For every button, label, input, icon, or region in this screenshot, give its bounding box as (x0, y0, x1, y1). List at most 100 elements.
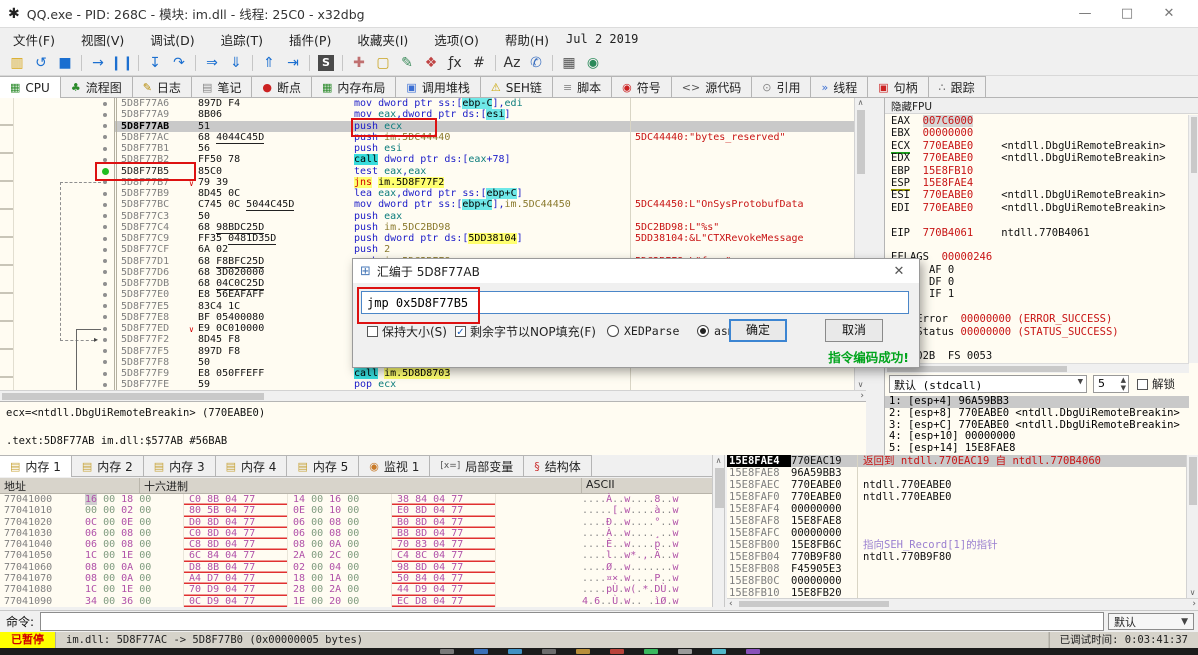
menu-item[interactable]: 视图(V) (68, 30, 137, 49)
taskbar-icon[interactable] (474, 649, 488, 654)
run-to-cursor-icon[interactable]: ⇒ (200, 53, 224, 73)
register-line[interactable]: CF 0 IF 1 (885, 288, 1185, 300)
taskbar-icon[interactable] (440, 649, 454, 654)
comment-icon[interactable]: ▢ (371, 53, 395, 73)
run-to-user-code-icon[interactable]: ⇥ (281, 53, 305, 73)
register-value[interactable]: 770EABE0 (923, 140, 974, 152)
minimize-button[interactable]: — (1064, 6, 1106, 21)
globe-icon[interactable]: ◉ (581, 53, 605, 73)
stack-row[interactable]: 15E8FAF4 00000000 (727, 503, 1186, 515)
run-icon[interactable]: → (86, 53, 110, 73)
tab-watch-1[interactable]: ◉ 监视 1 (358, 455, 431, 476)
disasm-row[interactable]: 5D8F77B9 8D45 0C lea eax,dword ptr ss:[ebp… (0, 188, 854, 200)
taskbar-icon[interactable] (644, 649, 658, 654)
menu-item[interactable]: 选项(O) (421, 30, 492, 49)
disasm-row[interactable]: 5D8F77B2 FF50 78 call dword ptr ds:[eax+78… (0, 154, 854, 166)
tab-log[interactable]: ✎ 日志 (131, 76, 192, 97)
stack-row[interactable]: 15E8FAF0 770EABE0 ntdll.770EABE0 (727, 491, 1186, 503)
disasm-hscrollbar[interactable]: › (0, 390, 866, 401)
register-value[interactable]: 770B4061 (923, 227, 974, 239)
register-line[interactable]: EBP 15E8FB10 (885, 165, 1185, 177)
dialog-title-bar[interactable]: ⊞ 汇编于 5D8F77AB ✕ (353, 259, 919, 283)
disasm-row[interactable]: 5D8F77C9 FF35 0481D35D push dword ptr ds:[… (0, 233, 854, 245)
dump-row[interactable]: 77041060 08 00 0A 00 D8 8B 04 77 02 00 04 0… (0, 561, 712, 574)
az-icon[interactable]: Az (500, 53, 524, 73)
stack-panel[interactable]: 15E8FAE4 770EAC19 返回到 ntdll.770EAC19 自 ntd… (727, 455, 1186, 598)
register-line[interactable]: EDX 770EABE0 <ntdll.DbgUiRemoteBreakin> (885, 152, 1185, 164)
dump-row[interactable]: 77041090 34 00 36 00 0C D9 04 77 1E 00 20 0… (0, 595, 712, 607)
dump-header-ascii[interactable]: ASCII (582, 478, 712, 493)
calculator-icon[interactable]: ▦ (557, 53, 581, 73)
disasm-row[interactable]: 5D8F77A6 897D F4 mov dword ptr ss:[ebp-C],… (0, 98, 854, 110)
register-line[interactable]: ESI 770EABE0 <ntdll.DbgUiRemoteBreakin> (885, 189, 1185, 201)
bookmark-icon[interactable]: ❖ (419, 53, 443, 73)
stack-row[interactable]: 15E8FAEC 770EABE0 ntdll.770EABE0 (727, 479, 1186, 491)
register-line[interactable]: EIP 770B4061 ntdll.770B4061 (885, 227, 1185, 239)
disasm-row[interactable]: 5D8F77B1 56 push esi (0, 143, 854, 155)
dump-row[interactable]: 77041000 16 00 18 00 C0 8B 04 77 14 00 16 0… (0, 494, 712, 506)
tab-dump-4[interactable]: ▤ 内存 4 (214, 455, 288, 476)
register-line[interactable]: EDI 770EABE0 <ntdll.DbgUiRemoteBreakin> (885, 202, 1185, 214)
stack-row[interactable]: 15E8FB00 15E8FB6C 指向SEH_Record[1]的指针 (727, 539, 1186, 551)
su-badge-icon[interactable]: S (318, 54, 334, 71)
ok-button[interactable]: 确定 (729, 319, 787, 342)
taskbar-icon[interactable] (576, 649, 590, 654)
disasm-row[interactable]: 5D8F77C4 68 98BDC25D push im.5DC2BD98 5DC2B… (0, 221, 854, 234)
patch-icon[interactable]: ✚ (347, 53, 371, 73)
tab-source[interactable]: <> 源代码 (670, 76, 753, 97)
stack-row[interactable]: 15E8FB04 770B9F80 ntdll.770B9F80 (727, 551, 1186, 563)
stack-vscrollbar[interactable]: ∨ (1186, 455, 1198, 598)
stop-icon[interactable]: ■ (53, 53, 77, 73)
assembly-input[interactable] (361, 291, 909, 314)
tab-script[interactable]: ≡ 脚本 (551, 76, 613, 97)
tab-cpu[interactable]: ▦ CPU (0, 76, 61, 98)
nop-fill-checkbox[interactable]: ✓ 剩余字节以NOP填充(F) (455, 323, 596, 339)
register-line[interactable]: ECX 770EABE0 <ntdll.DbgUiRemoteBreakin> (885, 139, 1185, 154)
breakpoint-dot[interactable] (102, 167, 109, 175)
register-value[interactable]: 770EABE0 (923, 202, 974, 214)
register-value[interactable]: 007C6000 (922, 115, 974, 127)
argument-row[interactable]: 5: [esp+14] 15E8FAE8 (885, 442, 1189, 455)
memory-dump[interactable]: 77041000 16 00 18 00 C0 8B 04 77 14 00 16 0… (0, 494, 712, 607)
tab-struct[interactable]: § 结构体 (523, 455, 592, 476)
dump-row[interactable]: 77041020 0C 00 0E 00 D0 8D 04 77 06 00 08 0… (0, 516, 712, 528)
disasm-row[interactable]: 5D8F77F9 E8 050FFEFF call im.5D8D8703 (0, 368, 854, 380)
restart-icon[interactable]: ↺ (29, 53, 53, 73)
stack-row[interactable]: 15E8FB0C 00000000 (727, 575, 1186, 587)
register-value[interactable]: 15E8FB10 (923, 165, 974, 177)
taskbar-icon[interactable] (542, 649, 556, 654)
register-line[interactable]: ZF 1 AF 0 (885, 264, 1185, 276)
register-value[interactable]: 770EABE0 (923, 152, 974, 164)
dump-row[interactable]: 77041050 1C 00 1E 00 6C 84 04 77 2A 00 2C 0… (0, 550, 712, 562)
tab-dump-5[interactable]: ▤ 内存 5 (286, 455, 360, 476)
tab-graph[interactable]: ♣ 流程图 (59, 76, 133, 97)
close-button[interactable]: ✕ (1148, 6, 1190, 21)
label-icon[interactable]: ✎ (395, 53, 419, 73)
hide-fpu-button[interactable]: 隐藏FPU (885, 98, 1198, 114)
disasm-row[interactable]: 5D8F77C3 50 push eax (0, 210, 854, 222)
tab-seh[interactable]: ⚠ SEH链 (479, 76, 553, 97)
stack-hscrollbar[interactable]: ‹ › (727, 598, 1198, 609)
taskbar-icon[interactable] (746, 649, 760, 654)
register-line[interactable]: LastStatus 00000000 (STATUS_SUCCESS) (885, 326, 1185, 338)
command-input[interactable] (40, 612, 1104, 631)
arguments-list[interactable]: 1: [esp+4] 96A59BB3 2: [esp+8] 770EABE0 <… (885, 395, 1189, 455)
disasm-row[interactable]: 5D8F77CF 6A 02 push 2 (0, 244, 854, 256)
dump-row[interactable]: 77041070 08 00 0A 00 A4 D7 04 77 18 00 1A 0… (0, 573, 712, 585)
dump-vscrollbar[interactable]: ∧ (712, 455, 725, 607)
menu-item[interactable]: 调试(D) (137, 30, 207, 49)
taskbar-icon[interactable] (610, 649, 624, 654)
tab-call-stack[interactable]: ▣ 调用堆栈 (395, 76, 481, 97)
cancel-button[interactable]: 取消 (825, 319, 883, 342)
disasm-row[interactable]: 5D8F77B5 85C0 test eax,eax (0, 165, 854, 177)
registers-hscrollbar[interactable] (885, 363, 1189, 373)
disasm-row[interactable]: 5D8F77A9 8B06 mov eax,dword ptr ds:[esi] (0, 109, 854, 121)
args-depth-stepper[interactable]: 5 ▲ ▼ (1093, 375, 1129, 393)
register-value[interactable]: 00000000 (ERROR_SUCCESS) (961, 313, 1113, 325)
stack-row[interactable]: 15E8FB10 15E8FB20 (727, 587, 1186, 598)
phone-icon[interactable]: ✆ (524, 53, 548, 73)
tab-symbols[interactable]: ◉ 符号 (611, 76, 672, 97)
tab-handles[interactable]: ▣ 句柄 (867, 76, 929, 97)
tab-references[interactable]: ⊙ 引用 (751, 76, 812, 97)
xedparse-radio[interactable]: XEDParse (607, 323, 679, 339)
